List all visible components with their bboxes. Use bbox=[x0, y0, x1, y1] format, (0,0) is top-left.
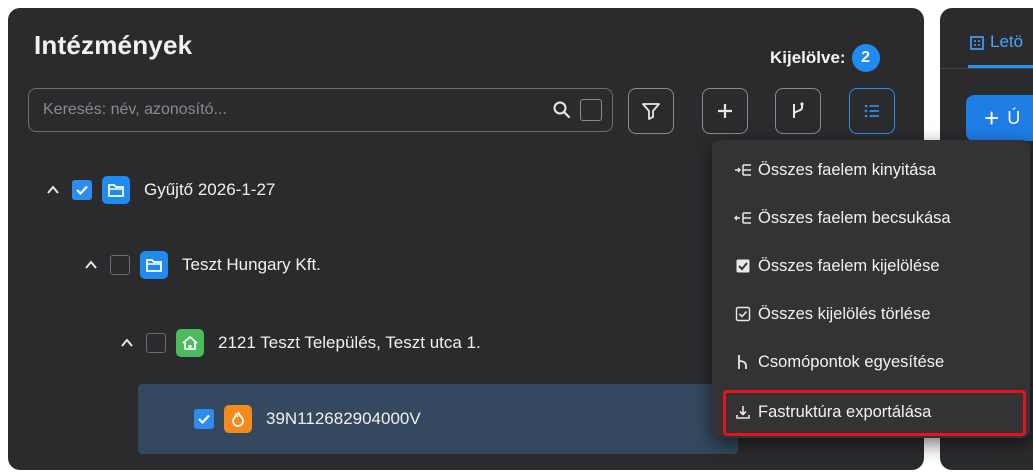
merge-icon bbox=[734, 353, 752, 371]
search-input[interactable] bbox=[43, 101, 552, 119]
context-menu: Összes faelem kinyitása Összes faelem be… bbox=[712, 140, 1030, 438]
menu-item-label: Csomópontok egyesítése bbox=[758, 352, 945, 371]
new-button[interactable]: + Ú bbox=[966, 95, 1033, 141]
chevron-up-icon[interactable] bbox=[80, 254, 102, 276]
building-icon bbox=[970, 36, 984, 50]
add-button[interactable] bbox=[702, 88, 748, 134]
row-checkbox[interactable] bbox=[72, 180, 92, 200]
search-checkbox[interactable] bbox=[580, 99, 602, 121]
branch-icon bbox=[793, 102, 804, 118]
panel-title: Intézmények bbox=[34, 30, 193, 60]
tree-row[interactable]: 2121 Teszt Település, Teszt utca 1. bbox=[116, 319, 481, 367]
tree-row-label: Gyűjtő 2026-1-27 bbox=[144, 180, 276, 199]
tree-row-label: 39N112682904000V bbox=[266, 409, 421, 428]
menu-item-label: Összes kijelölés törlése bbox=[758, 304, 931, 323]
checkbox-outline-icon bbox=[734, 305, 752, 323]
row-checkbox[interactable] bbox=[194, 409, 214, 429]
menu-item-label: Fastruktúra exportálása bbox=[758, 402, 932, 421]
right-tab[interactable]: Letö bbox=[968, 32, 1023, 52]
tree-row[interactable]: Teszt Hungary Kft. bbox=[80, 241, 321, 289]
search-icon[interactable] bbox=[552, 100, 572, 120]
menu-item-expand-all[interactable]: Összes faelem kinyitása bbox=[712, 148, 1030, 192]
selected-count: Kijelölve: 2 bbox=[770, 44, 880, 72]
selected-count-badge: 2 bbox=[851, 44, 880, 72]
tree-row[interactable]: Gyűjtő 2026-1-27 bbox=[42, 166, 275, 214]
menu-item-label: Összes faelem kijelölése bbox=[758, 256, 940, 275]
list-menu-button[interactable] bbox=[849, 88, 895, 134]
chevron-up-icon[interactable] bbox=[42, 179, 64, 201]
selected-label: Kijelölve: bbox=[770, 48, 846, 67]
funnel-icon bbox=[642, 103, 660, 120]
divider bbox=[940, 68, 1033, 69]
branch-button[interactable] bbox=[775, 88, 821, 134]
menu-item-collapse-all[interactable]: Összes faelem becsukása bbox=[712, 196, 1030, 240]
right-tab-label: Letö bbox=[990, 32, 1024, 51]
download-icon bbox=[734, 403, 752, 421]
plus-icon bbox=[718, 104, 732, 118]
menu-item-merge-nodes[interactable]: Csomópontok egyesítése bbox=[712, 340, 1030, 384]
menu-item-label: Összes faelem becsukása bbox=[758, 208, 951, 227]
menu-item-select-all[interactable]: Összes faelem kijelölése bbox=[712, 244, 1030, 288]
folder-icon bbox=[102, 176, 130, 204]
list-icon bbox=[864, 104, 879, 118]
collapse-tree-icon bbox=[734, 209, 752, 227]
search-box bbox=[28, 88, 613, 132]
menu-item-clear-selection[interactable]: Összes kijelölés törlése bbox=[712, 292, 1030, 336]
row-checkbox[interactable] bbox=[146, 333, 166, 353]
filter-button[interactable] bbox=[628, 88, 674, 134]
checkbox-checked-icon bbox=[734, 257, 752, 275]
flame-icon bbox=[224, 405, 252, 433]
tree-row-label: 2121 Teszt Település, Teszt utca 1. bbox=[218, 333, 481, 352]
home-icon bbox=[176, 329, 204, 357]
chevron-up-icon[interactable] bbox=[116, 332, 138, 354]
plus-icon: + bbox=[984, 102, 1000, 133]
expand-tree-icon bbox=[734, 161, 752, 179]
folder-icon bbox=[140, 251, 168, 279]
menu-item-label: Összes faelem kinyitása bbox=[758, 160, 936, 179]
tree-row[interactable]: 39N112682904000V bbox=[138, 384, 738, 454]
new-button-label: Ú bbox=[1007, 107, 1021, 128]
row-checkbox[interactable] bbox=[110, 255, 130, 275]
tree-row-label: Teszt Hungary Kft. bbox=[182, 255, 321, 274]
menu-item-export-tree[interactable]: Fastruktúra exportálása bbox=[712, 390, 1030, 434]
